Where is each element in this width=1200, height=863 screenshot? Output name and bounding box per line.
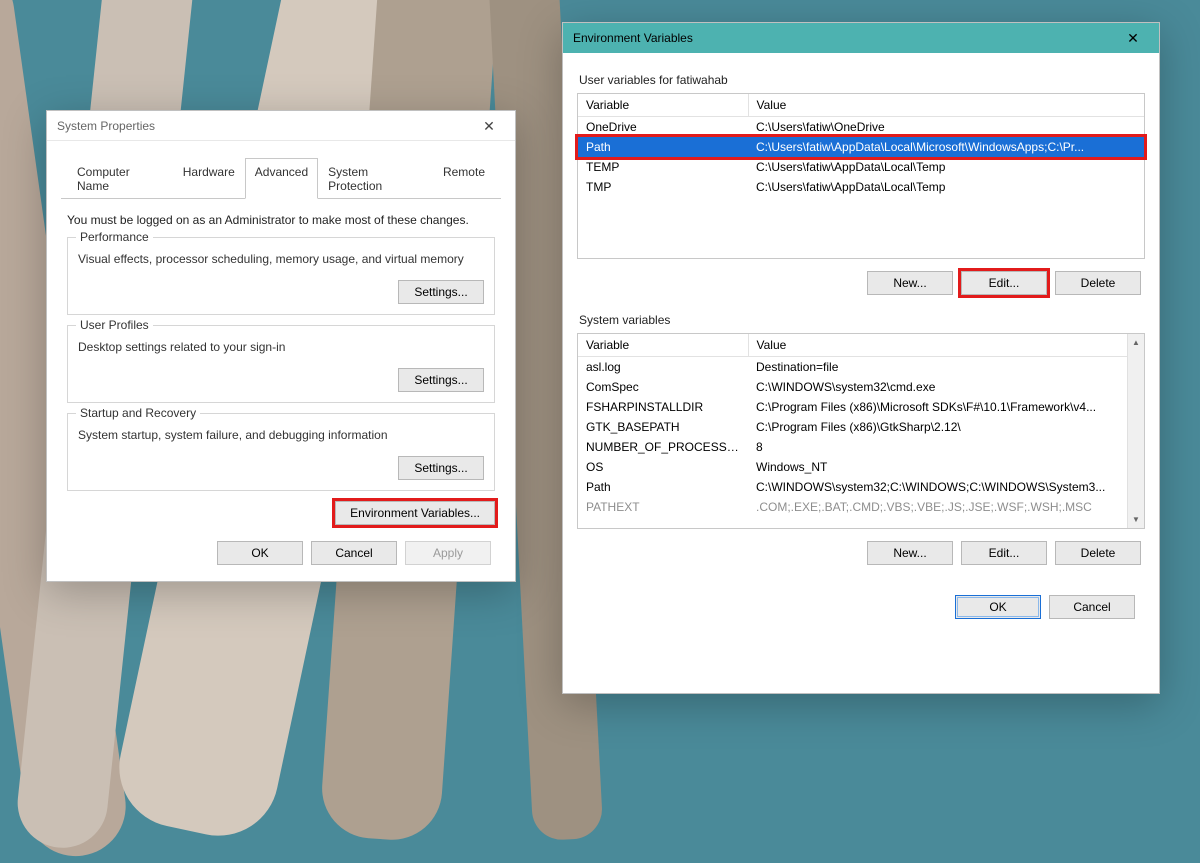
apply-button[interactable]: Apply [405, 541, 491, 565]
sysprop-title: System Properties [57, 111, 155, 141]
table-row[interactable]: ComSpecC:\WINDOWS\system32\cmd.exe [578, 377, 1127, 397]
tab-hardware[interactable]: Hardware [173, 158, 245, 199]
env-title: Environment Variables [573, 23, 693, 53]
performance-settings-button[interactable]: Settings... [398, 280, 484, 304]
table-row[interactable]: asl.logDestination=file [578, 357, 1127, 378]
sysprop-dialog-buttons: OK Cancel Apply [61, 529, 501, 569]
group-profiles-label: User Profiles [76, 318, 153, 332]
col-value[interactable]: Value [748, 334, 1127, 357]
environment-variables-button[interactable]: Environment Variables... [335, 501, 495, 525]
group-performance-label: Performance [76, 230, 153, 244]
cancel-button[interactable]: Cancel [311, 541, 397, 565]
table-row[interactable]: NUMBER_OF_PROCESSORS8 [578, 437, 1127, 457]
sys-new-button[interactable]: New... [867, 541, 953, 565]
startup-settings-button[interactable]: Settings... [398, 456, 484, 480]
profiles-settings-button[interactable]: Settings... [398, 368, 484, 392]
environment-variables-window: Environment Variables ✕ User variables f… [562, 22, 1160, 694]
close-icon[interactable]: ✕ [1115, 23, 1151, 53]
table-row[interactable]: PATHEXT.COM;.EXE;.BAT;.CMD;.VBS;.VBE;.JS… [578, 497, 1127, 517]
table-row[interactable]: FSHARPINSTALLDIRC:\Program Files (x86)\M… [578, 397, 1127, 417]
admin-instruction: You must be logged on as an Administrato… [67, 213, 495, 227]
table-row[interactable]: PathC:\WINDOWS\system32;C:\WINDOWS;C:\WI… [578, 477, 1127, 497]
sysprop-tabs: Computer Name Hardware Advanced System P… [61, 157, 501, 199]
tab-remote[interactable]: Remote [433, 158, 495, 199]
col-variable[interactable]: Variable [578, 94, 748, 117]
close-icon[interactable]: ✕ [471, 111, 507, 141]
ok-button[interactable]: OK [955, 595, 1041, 619]
user-edit-button[interactable]: Edit... [961, 271, 1047, 295]
col-value[interactable]: Value [748, 94, 1144, 117]
env-dialog-buttons: OK Cancel [577, 583, 1145, 623]
user-delete-button[interactable]: Delete [1055, 271, 1141, 295]
group-user-profiles: User Profiles Desktop settings related t… [67, 325, 495, 403]
user-vars-label: User variables for fatiwahab [579, 73, 1145, 87]
table-row[interactable]: OneDriveC:\Users\fatiw\OneDrive [578, 117, 1144, 138]
sys-edit-button[interactable]: Edit... [961, 541, 1047, 565]
group-performance-text: Visual effects, processor scheduling, me… [78, 252, 484, 266]
sysprop-titlebar: System Properties ✕ [47, 111, 515, 141]
sys-vars-buttons: New... Edit... Delete [577, 541, 1141, 565]
group-profiles-text: Desktop settings related to your sign-in [78, 340, 484, 354]
col-variable[interactable]: Variable [578, 334, 748, 357]
table-row[interactable]: TMPC:\Users\fatiw\AppData\Local\Temp [578, 177, 1144, 197]
sys-delete-button[interactable]: Delete [1055, 541, 1141, 565]
tab-system-protection[interactable]: System Protection [318, 158, 433, 199]
table-row[interactable]: PathC:\Users\fatiw\AppData\Local\Microso… [578, 137, 1144, 157]
sys-vars-label: System variables [579, 313, 1145, 327]
ok-button[interactable]: OK [217, 541, 303, 565]
group-startup-label: Startup and Recovery [76, 406, 200, 420]
group-startup-recovery: Startup and Recovery System startup, sys… [67, 413, 495, 491]
table-row[interactable]: OSWindows_NT [578, 457, 1127, 477]
group-performance: Performance Visual effects, processor sc… [67, 237, 495, 315]
table-row[interactable]: TEMPC:\Users\fatiw\AppData\Local\Temp [578, 157, 1144, 177]
env-titlebar: Environment Variables ✕ [563, 23, 1159, 53]
group-startup-text: System startup, system failure, and debu… [78, 428, 484, 442]
table-row[interactable]: GTK_BASEPATHC:\Program Files (x86)\GtkSh… [578, 417, 1127, 437]
user-vars-table[interactable]: Variable Value OneDriveC:\Users\fatiw\On… [577, 93, 1145, 259]
cancel-button[interactable]: Cancel [1049, 595, 1135, 619]
sys-vars-table[interactable]: Variable Value asl.logDestination=file C… [577, 333, 1145, 529]
user-vars-buttons: New... Edit... Delete [577, 271, 1141, 295]
scrollbar[interactable] [1127, 334, 1144, 528]
user-new-button[interactable]: New... [867, 271, 953, 295]
tab-computer-name[interactable]: Computer Name [67, 158, 173, 199]
tab-advanced[interactable]: Advanced [245, 158, 318, 199]
system-properties-window: System Properties ✕ Computer Name Hardwa… [46, 110, 516, 582]
